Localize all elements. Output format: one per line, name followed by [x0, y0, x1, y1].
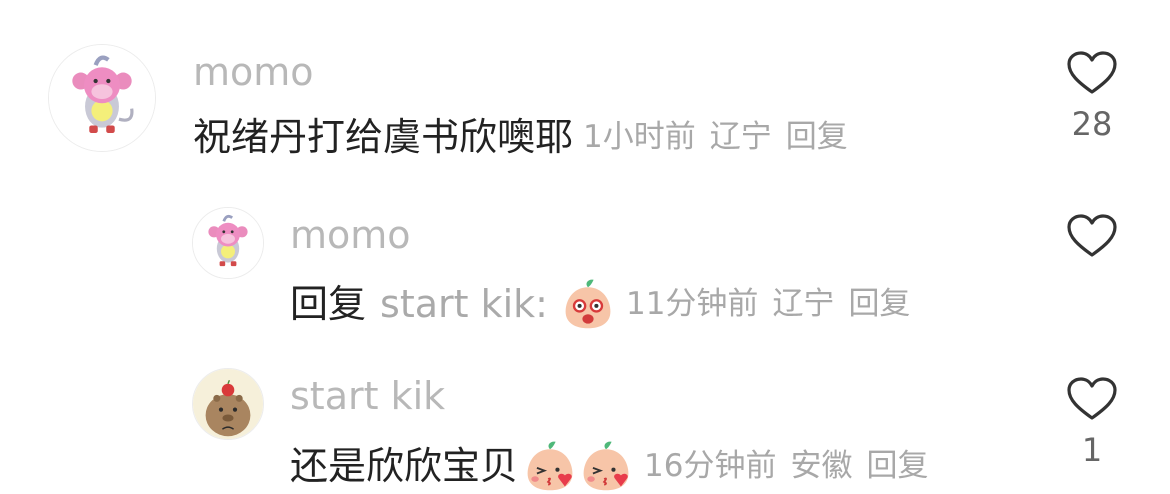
comment-meta: 16分钟前 安徽 回复	[644, 442, 928, 490]
comment-location: 辽宁	[772, 286, 835, 322]
like-count: 1	[1081, 431, 1103, 469]
comment-text: 还是欣欣宝贝	[290, 444, 519, 488]
comment-author[interactable]: momo	[290, 213, 411, 257]
comment-body: 回复 start kik: 11分钟前 辽宁 回复	[290, 276, 910, 332]
heart-outline-icon	[1067, 51, 1117, 94]
reply-item: start kik 还是欣欣宝贝 16分钟前 安徽 回复 1	[0, 340, 1170, 491]
comment-location: 辽宁	[709, 119, 772, 155]
peach-kiss-emoji	[578, 438, 634, 494]
monkey-avatar-icon	[49, 45, 155, 151]
heart-outline-icon	[1067, 377, 1117, 420]
comment-time: 11分钟前	[625, 286, 759, 322]
avatar[interactable]	[192, 368, 264, 440]
comment-text: 祝绪丹打给虞书欣噢耶	[193, 115, 574, 159]
reply-button[interactable]: 回复	[866, 448, 928, 484]
mention-user[interactable]: start kik:	[380, 280, 548, 328]
reply-button[interactable]: 回复	[786, 119, 848, 155]
comment-time: 16分钟前	[644, 448, 777, 484]
avatar[interactable]	[192, 207, 264, 279]
like-button[interactable]: 28	[1057, 50, 1127, 144]
comment-body: 还是欣欣宝贝 16分钟前 安徽回复	[290, 438, 928, 494]
comment-author[interactable]: momo	[193, 50, 314, 94]
reply-button[interactable]: 回复	[848, 286, 910, 322]
like-count: 28	[1071, 105, 1113, 143]
like-button[interactable]	[1057, 213, 1127, 267]
heart-outline-icon	[1067, 214, 1117, 257]
comment-meta: 1小时前 辽宁 回复	[583, 113, 848, 161]
reply-item: momo 回复 start kik: 11分钟前 辽宁 回复	[0, 175, 1170, 340]
comment-time: 1小时前	[583, 119, 696, 155]
peach-surprised-emoji	[560, 276, 616, 332]
monkey-avatar-icon	[193, 208, 263, 278]
reply-prefix: 回复	[290, 282, 367, 326]
comment-author[interactable]: start kik	[290, 374, 445, 418]
capybara-avatar-icon	[193, 369, 263, 439]
peach-kiss-emoji	[522, 438, 578, 494]
comment-location: 安徽	[790, 448, 853, 484]
comment-item: momo 祝绪丹打给虞书欣噢耶 1小时前 辽宁 回复 28	[0, 0, 1170, 175]
comment-body: 祝绪丹打给虞书欣噢耶 1小时前 辽宁 回复	[193, 113, 848, 161]
like-button[interactable]: 1	[1057, 376, 1127, 470]
avatar[interactable]	[48, 44, 156, 152]
comment-meta: 11分钟前 辽宁 回复	[626, 280, 910, 328]
